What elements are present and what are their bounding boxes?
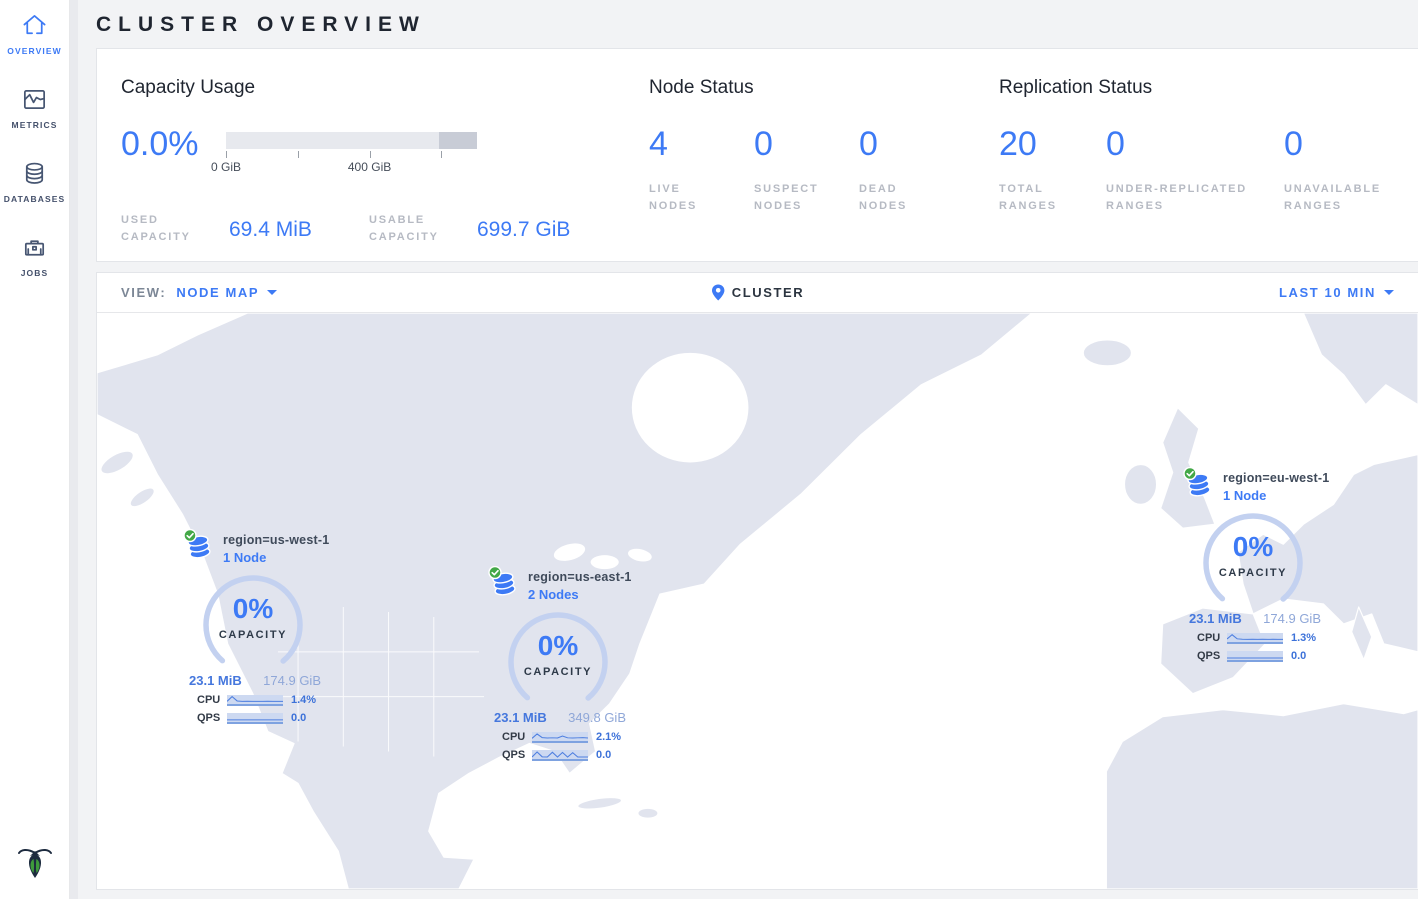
node-cpu-value: 1.3% <box>1291 632 1316 644</box>
node-qps-value: 0.0 <box>596 749 611 761</box>
node-qps-row: QPS 0.0 <box>197 712 333 724</box>
healthy-check-icon <box>184 530 196 542</box>
chevron-down-icon <box>1384 290 1394 295</box>
sidebar-item-overview[interactable]: OVERVIEW <box>7 12 61 56</box>
sidebar-item-databases[interactable]: DATABASES <box>4 160 66 204</box>
database-stack-icon <box>183 529 215 561</box>
qps-sparkline-icon <box>532 750 588 761</box>
usable-capacity-value: 699.7 GiB <box>477 218 617 242</box>
sidebar-item-metrics[interactable]: METRICS <box>12 86 58 130</box>
node-qps-value: 0.0 <box>291 712 306 724</box>
node-cpu-row: CPU 1.4% <box>197 694 333 706</box>
capacity-used-percent: 0.0% <box>121 129 226 159</box>
chevron-down-icon <box>267 290 277 295</box>
node-cpu-row: CPU 1.3% <box>1197 632 1333 644</box>
cpu-sparkline-icon <box>532 732 588 743</box>
cpu-sparkline-icon <box>227 695 283 706</box>
node-qps-row: QPS 0.0 <box>502 749 638 761</box>
node-count-label: 2 Nodes <box>528 587 579 602</box>
map-node-eu-west-1[interactable]: region=eu-west-1 1 Node 0% CAPACITY 23.1… <box>1183 467 1333 662</box>
capacity-usage-heading: Capacity Usage <box>121 77 649 99</box>
node-cpu-row: CPU 2.1% <box>502 731 638 743</box>
sidebar-item-jobs[interactable]: JOBS <box>21 234 49 278</box>
sidebar-item-label: OVERVIEW <box>7 46 61 56</box>
node-cpu-value: 1.4% <box>291 694 316 706</box>
scrollbar-track[interactable] <box>70 0 78 899</box>
node-capacity-label: CAPACITY <box>1193 567 1313 579</box>
home-icon <box>21 12 48 39</box>
node-locality-header[interactable]: region=us-east-1 2 Nodes <box>488 566 638 604</box>
capacity-bar: 0 GiB 400 GiB <box>226 132 477 149</box>
suspect-nodes-stat: 0 SUSPECT NODES <box>754 129 859 215</box>
node-status-section: Node Status 4 LIVE NODES 0 SUSPECT NODES… <box>649 77 999 261</box>
map-pin-icon <box>711 284 725 301</box>
node-locality-header[interactable]: region=eu-west-1 1 Node <box>1183 467 1333 505</box>
databases-icon <box>21 160 48 187</box>
capacity-ring: 0% CAPACITY <box>498 612 618 698</box>
node-capacity-percent: 0% <box>498 612 618 662</box>
node-map-panel: VIEW: NODE MAP CLUSTER LAST 10 MIN <box>96 272 1418 890</box>
node-capacity-percent: 0% <box>1193 513 1313 563</box>
healthy-check-icon <box>1184 468 1196 480</box>
database-stack-icon <box>1183 467 1215 499</box>
dead-nodes-stat: 0 DEAD NODES <box>859 129 964 215</box>
node-qps-value: 0.0 <box>1291 650 1306 662</box>
node-capacity-label: CAPACITY <box>193 629 313 641</box>
metrics-icon <box>21 86 48 113</box>
capacity-ring: 0% CAPACITY <box>1193 513 1313 599</box>
capacity-tick-400: 400 GiB <box>348 160 391 174</box>
page-title: CLUSTER OVERVIEW <box>96 0 1418 48</box>
view-mode-dropdown[interactable]: NODE MAP <box>176 285 277 300</box>
cluster-summary-panel: Capacity Usage 0.0% 0 GiB 400 GiB USED C… <box>96 48 1418 262</box>
usable-capacity-label: USABLE CAPACITY <box>369 212 477 246</box>
used-capacity-value: 69.4 MiB <box>229 218 369 242</box>
sidebar-item-label: METRICS <box>12 120 58 130</box>
used-capacity-label: USED CAPACITY <box>121 212 229 246</box>
qps-sparkline-icon <box>227 713 283 724</box>
node-cpu-value: 2.1% <box>596 731 621 743</box>
map-node-us-east-1[interactable]: region=us-east-1 2 Nodes 0% CAPACITY 23.… <box>488 566 638 761</box>
node-capacity-label: CAPACITY <box>498 666 618 678</box>
time-range-dropdown[interactable]: LAST 10 MIN <box>1279 285 1394 300</box>
cpu-sparkline-icon <box>1227 633 1283 644</box>
node-count-label: 1 Node <box>1223 488 1266 503</box>
unavailable-ranges-stat: 0 UNAVAILABLE RANGES <box>1284 129 1394 215</box>
node-region-label: region=us-west-1 <box>223 533 329 547</box>
jobs-icon <box>21 234 48 261</box>
sidebar: OVERVIEW METRICS DATABASES JOBS <box>0 0 70 899</box>
node-region-label: region=eu-west-1 <box>1223 471 1329 485</box>
total-ranges-stat: 20 TOTAL RANGES <box>999 129 1106 215</box>
node-map[interactable]: region=us-west-1 1 Node 0% CAPACITY 23.1… <box>97 313 1418 889</box>
node-locality-header[interactable]: region=us-west-1 1 Node <box>183 529 333 567</box>
node-capacity-percent: 0% <box>193 575 313 625</box>
node-count-label: 1 Node <box>223 550 266 565</box>
replication-status-section: Replication Status 20 TOTAL RANGES 0 UND… <box>999 77 1394 261</box>
under-replicated-ranges-stat: 0 UNDER-REPLICATED RANGES <box>1106 129 1284 215</box>
capacity-tick-0: 0 GiB <box>211 160 241 174</box>
capacity-ring: 0% CAPACITY <box>193 575 313 661</box>
capacity-bar-reserved-segment <box>439 132 477 149</box>
map-toolbar: VIEW: NODE MAP CLUSTER LAST 10 MIN <box>97 273 1418 313</box>
sidebar-item-label: JOBS <box>21 268 49 278</box>
node-region-label: region=us-east-1 <box>528 570 632 584</box>
replication-status-heading: Replication Status <box>999 77 1394 99</box>
view-label: VIEW: <box>121 285 166 300</box>
qps-sparkline-icon <box>1227 651 1283 662</box>
database-stack-icon <box>488 566 520 598</box>
capacity-usage-section: Capacity Usage 0.0% 0 GiB 400 GiB USED C… <box>121 77 649 261</box>
node-qps-row: QPS 0.0 <box>1197 650 1333 662</box>
sidebar-item-label: DATABASES <box>4 194 66 204</box>
healthy-check-icon <box>489 567 501 579</box>
map-node-us-west-1[interactable]: region=us-west-1 1 Node 0% CAPACITY 23.1… <box>183 529 333 724</box>
breadcrumb-cluster[interactable]: CLUSTER <box>711 284 805 301</box>
cockroachdb-logo <box>17 844 53 889</box>
live-nodes-stat: 4 LIVE NODES <box>649 129 754 215</box>
main-content: CLUSTER OVERVIEW Capacity Usage 0.0% 0 G… <box>78 0 1418 899</box>
node-status-heading: Node Status <box>649 77 999 99</box>
